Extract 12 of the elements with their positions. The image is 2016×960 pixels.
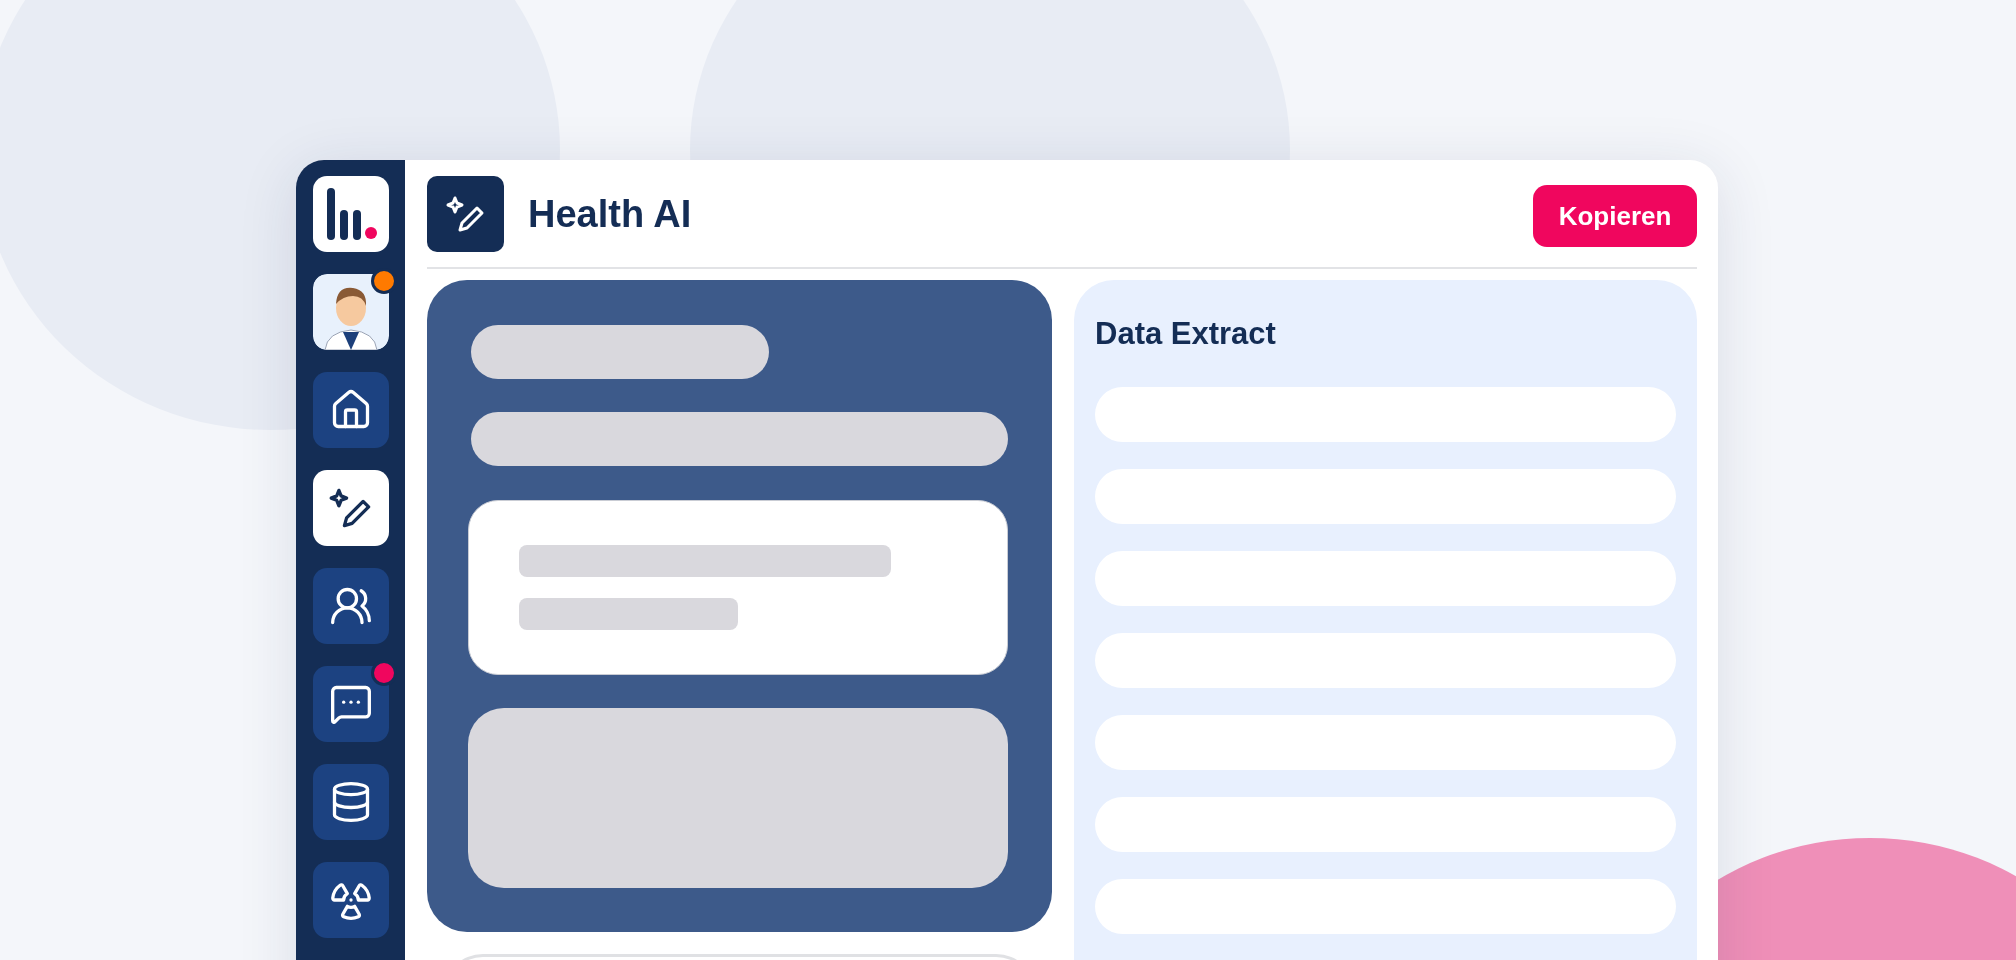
- copy-button[interactable]: Kopieren: [1533, 185, 1697, 247]
- nav-button[interactable]: [312, 470, 389, 546]
- sparkle-pencil-icon: [328, 486, 373, 530]
- nav-button[interactable]: [312, 862, 389, 938]
- page-title: Health AI: [528, 192, 693, 236]
- sparkle-pencil-icon: [445, 194, 486, 234]
- nav-button[interactable]: [312, 666, 389, 742]
- nav-button[interactable]: [312, 568, 389, 644]
- panel-title: Data Extract: [1095, 315, 1277, 353]
- nav-button[interactable]: [312, 764, 389, 840]
- logo-tile[interactable]: [312, 176, 389, 252]
- nav-button[interactable]: [312, 372, 389, 448]
